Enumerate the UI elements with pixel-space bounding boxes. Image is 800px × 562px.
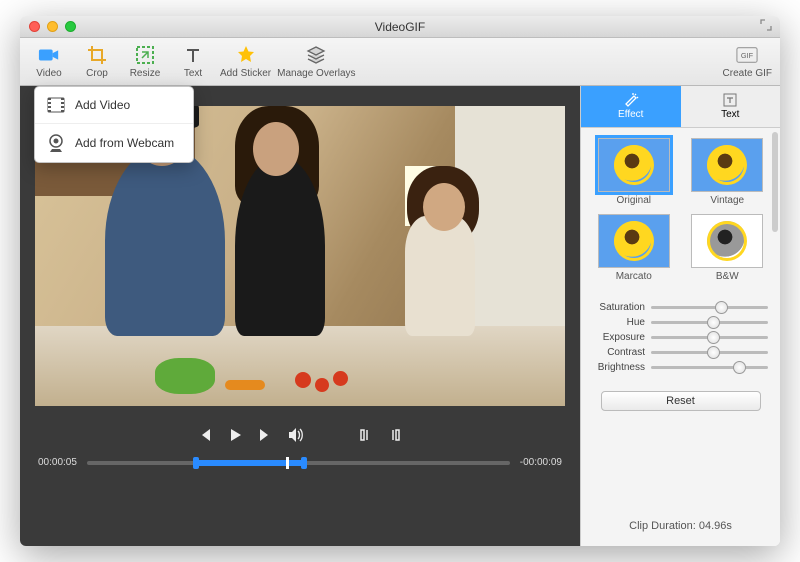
film-icon [47, 97, 65, 113]
resize-icon [134, 44, 156, 66]
timeline: 00:00:05 -00:00:09 [38, 457, 562, 468]
text-icon [182, 44, 204, 66]
effect-original-label: Original [617, 195, 651, 206]
resize-button[interactable]: Resize [124, 44, 166, 79]
volume-button[interactable] [287, 427, 305, 443]
tab-effect-label: Effect [618, 109, 643, 120]
toolbar: Video Crop Resize Text Add Sticker [20, 38, 780, 86]
svg-text:GIF: GIF [741, 51, 754, 60]
add-webcam-label: Add from Webcam [75, 136, 174, 150]
add-video-item[interactable]: Add Video [35, 87, 193, 123]
effect-marcato-label: Marcato [616, 271, 652, 282]
app-window: VideoGIF Video Crop Resize [20, 16, 780, 546]
effect-original[interactable]: Original [591, 138, 677, 206]
zoom-window-button[interactable] [65, 21, 76, 32]
titlebar: VideoGIF [20, 16, 780, 38]
webcam-icon [47, 134, 65, 152]
text-button[interactable]: Text [172, 44, 214, 79]
saturation-label: Saturation [593, 302, 645, 313]
time-right: -00:00:09 [520, 457, 562, 468]
hue-label: Hue [593, 317, 645, 328]
scrollbar[interactable] [772, 132, 778, 232]
layers-icon [305, 44, 327, 66]
star-icon [235, 44, 257, 66]
add-sticker-button[interactable]: Add Sticker [220, 44, 271, 79]
sticker-label: Add Sticker [220, 68, 271, 79]
exposure-slider[interactable] [651, 336, 768, 339]
trim-handle-start[interactable] [193, 457, 199, 469]
reset-label: Reset [666, 395, 695, 407]
create-gif-button[interactable]: GIF Create GIF [723, 44, 772, 79]
minimize-window-button[interactable] [47, 21, 58, 32]
playhead[interactable] [286, 457, 289, 469]
timeline-track[interactable] [87, 461, 510, 465]
window-title: VideoGIF [20, 20, 780, 34]
tab-effect[interactable]: Effect [581, 86, 681, 127]
clip-duration-label: Clip Duration: [629, 520, 696, 532]
trim-handle-end[interactable] [301, 457, 307, 469]
video-button[interactable]: Video [28, 44, 70, 79]
crop-label: Crop [86, 68, 108, 79]
crop-icon [86, 44, 108, 66]
contrast-label: Contrast [593, 347, 645, 358]
saturation-slider[interactable] [651, 306, 768, 309]
video-label: Video [36, 68, 61, 79]
brightness-slider[interactable] [651, 366, 768, 369]
video-camera-icon [38, 44, 60, 66]
playback-controls [20, 427, 580, 443]
trim-end-button[interactable] [387, 427, 403, 443]
effect-bw[interactable]: B&W [685, 214, 771, 282]
effect-vintage[interactable]: Vintage [685, 138, 771, 206]
next-frame-button[interactable] [257, 427, 273, 443]
manage-overlays-button[interactable]: Manage Overlays [277, 44, 355, 79]
wand-icon [623, 93, 639, 107]
effect-marcato[interactable]: Marcato [591, 214, 677, 282]
text-label: Text [184, 68, 202, 79]
effect-vintage-label: Vintage [710, 195, 744, 206]
text-panel-icon [723, 93, 737, 107]
crop-button[interactable]: Crop [76, 44, 118, 79]
reset-button[interactable]: Reset [601, 391, 761, 411]
gif-icon: GIF [736, 44, 758, 66]
side-panel: Effect Text Original Vintage Marcato B&W… [580, 86, 780, 546]
tab-text-label: Text [721, 109, 739, 120]
clip-duration: Clip Duration: 04.96s [581, 510, 780, 546]
fullscreen-icon[interactable] [760, 19, 774, 33]
contrast-slider[interactable] [651, 351, 768, 354]
time-left: 00:00:05 [38, 457, 77, 468]
play-button[interactable] [227, 427, 243, 443]
create-gif-label: Create GIF [723, 68, 772, 79]
hue-slider[interactable] [651, 321, 768, 324]
exposure-label: Exposure [593, 332, 645, 343]
add-webcam-item[interactable]: Add from Webcam [35, 123, 193, 162]
trim-start-button[interactable] [357, 427, 373, 443]
overlays-label: Manage Overlays [277, 68, 355, 79]
close-window-button[interactable] [29, 21, 40, 32]
resize-label: Resize [130, 68, 161, 79]
brightness-label: Brightness [593, 362, 645, 373]
effect-bw-label: B&W [716, 271, 739, 282]
add-video-label: Add Video [75, 98, 130, 112]
tab-text[interactable]: Text [681, 86, 781, 127]
prev-frame-button[interactable] [197, 427, 213, 443]
clip-duration-value: 04.96s [699, 520, 732, 532]
video-dropdown: Add Video Add from Webcam [34, 86, 194, 163]
